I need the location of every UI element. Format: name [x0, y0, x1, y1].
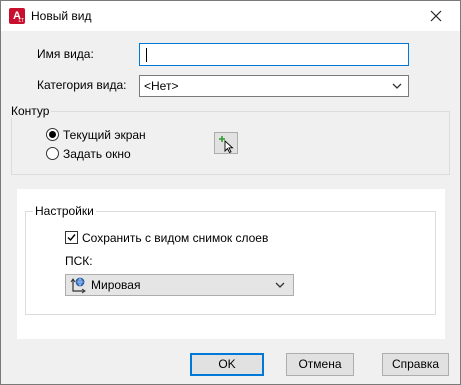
chevron-down-icon	[392, 83, 402, 89]
save-layer-snapshot-label[interactable]: Сохранить с видом снимок слоев	[82, 231, 268, 245]
text-caret	[146, 48, 147, 62]
checkmark-icon	[67, 234, 76, 242]
new-view-dialog: A LT Новый вид Имя вида: Категория вида:…	[0, 0, 461, 385]
view-name-label: Имя вида:	[37, 47, 94, 61]
radio-define-window[interactable]	[46, 147, 59, 160]
help-button[interactable]: Справка	[382, 353, 449, 376]
close-icon	[430, 10, 442, 22]
window-select-icon	[219, 136, 234, 154]
view-category-label: Категория вида:	[37, 78, 127, 92]
window-title: Новый вид	[31, 9, 92, 23]
save-layer-snapshot-checkbox[interactable]	[65, 231, 78, 244]
chevron-down-icon	[275, 282, 285, 288]
ucs-label: ПСК:	[65, 254, 93, 268]
title-bar: A LT Новый вид	[1, 1, 460, 31]
pick-window-button[interactable]	[214, 132, 238, 154]
view-category-select[interactable]: <Нет>	[139, 75, 409, 97]
cancel-button[interactable]: Отмена	[286, 353, 354, 376]
ok-button[interactable]: OK	[190, 353, 264, 376]
boundary-group-title: Контур	[9, 104, 52, 118]
radio-current-screen-label[interactable]: Текущий экран	[63, 128, 146, 142]
close-button[interactable]	[416, 3, 456, 29]
ucs-world-icon	[70, 277, 86, 294]
ucs-value: Мировая	[91, 278, 141, 292]
view-category-value: <Нет>	[144, 79, 179, 93]
settings-group-title: Настройки	[33, 204, 96, 218]
radio-define-window-label[interactable]: Задать окно	[63, 147, 131, 161]
view-name-input[interactable]	[139, 43, 409, 66]
radio-current-screen[interactable]	[46, 128, 59, 141]
app-logo-icon: A LT	[9, 8, 25, 24]
ucs-select[interactable]: Мировая	[65, 274, 294, 296]
